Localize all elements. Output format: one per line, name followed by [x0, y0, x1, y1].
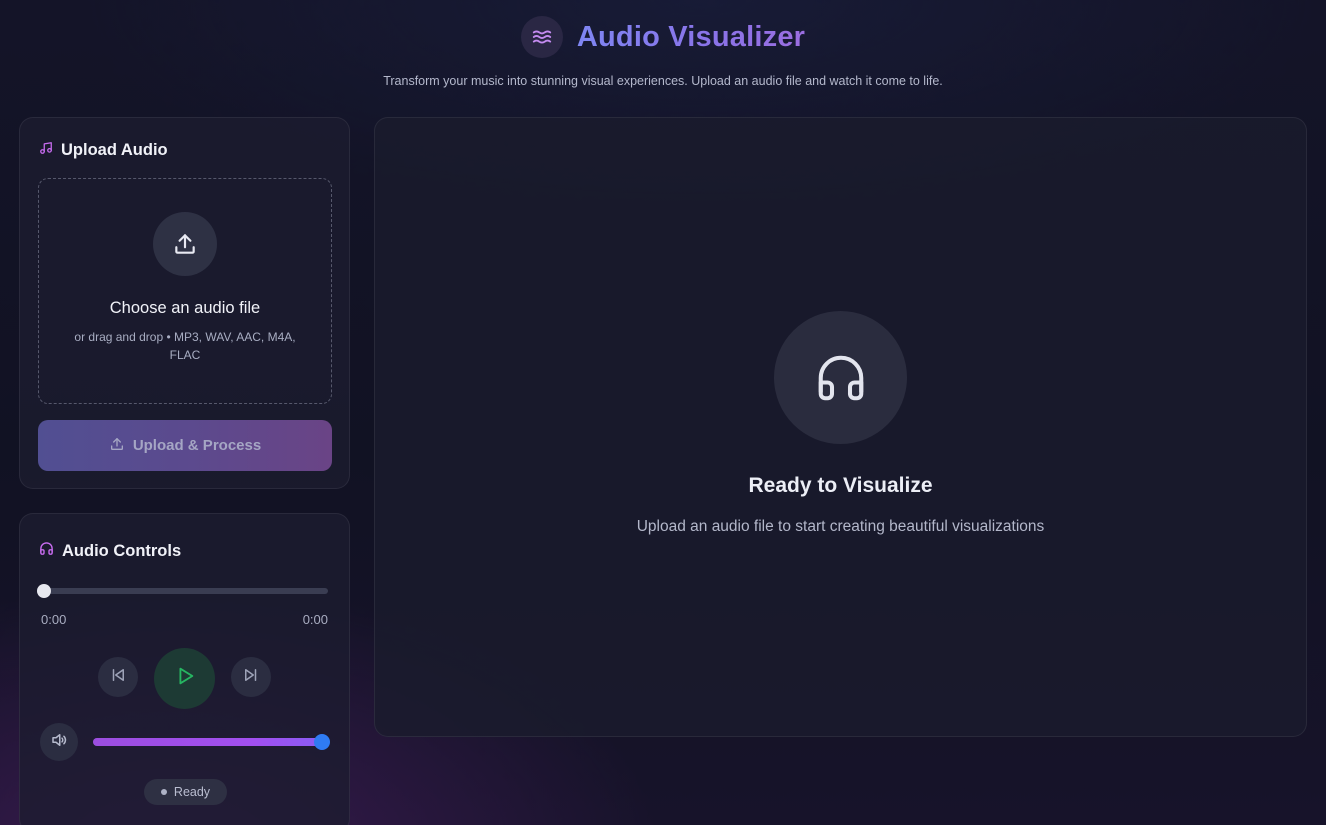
- waves-icon: [520, 16, 563, 58]
- app-title: Audio Visualizer: [576, 20, 806, 53]
- mute-button[interactable]: [40, 723, 78, 761]
- headphones-icon: [774, 311, 907, 444]
- skip-back-icon: [109, 666, 127, 689]
- visualizer-hint: Upload an audio file to start creating b…: [636, 518, 1045, 535]
- upload-process-label: Upload & Process: [132, 437, 262, 454]
- upload-icon: [153, 212, 217, 276]
- volume-icon: [50, 731, 68, 754]
- upload-heading-label: Upload Audio: [61, 141, 168, 159]
- upload-icon: [109, 436, 125, 456]
- seek-bar[interactable]: [37, 584, 328, 598]
- play-icon: [174, 665, 196, 692]
- current-time: 0:00: [41, 612, 67, 627]
- headphones-icon: [39, 541, 54, 561]
- total-time: 0:00: [302, 612, 328, 627]
- upload-heading: Upload Audio: [39, 141, 168, 160]
- status-badge: Ready: [144, 779, 227, 805]
- controls-heading: Audio Controls: [39, 541, 181, 561]
- previous-button[interactable]: [98, 657, 138, 697]
- next-button[interactable]: [231, 657, 271, 697]
- dropzone-title: Choose an audio file: [109, 299, 261, 317]
- upload-panel: Upload Audio Choose an audio file or dra…: [19, 117, 350, 489]
- volume-fill: [93, 738, 322, 746]
- dropzone-hint: or drag and drop • MP3, WAV, AAC, M4A, F…: [74, 330, 296, 362]
- app-subtitle: Transform your music into stunning visua…: [383, 74, 943, 88]
- seek-thumb[interactable]: [37, 584, 51, 598]
- file-dropzone[interactable]: Choose an audio file or drag and drop • …: [38, 178, 332, 404]
- status-dot-icon: [160, 789, 167, 795]
- controls-heading-label: Audio Controls: [62, 541, 182, 560]
- skip-forward-icon: [242, 666, 260, 689]
- volume-slider[interactable]: [93, 734, 330, 750]
- status-label: Ready: [173, 785, 211, 799]
- visualizer-title: Ready to Visualize: [748, 474, 933, 497]
- app-header: Audio Visualizer Transform your music in…: [0, 0, 1326, 105]
- upload-process-button[interactable]: Upload & Process: [38, 420, 332, 471]
- audio-controls-panel: Audio Controls 0:00 0:00 Ready: [19, 513, 350, 825]
- volume-thumb[interactable]: [314, 734, 330, 750]
- play-button[interactable]: [154, 648, 215, 709]
- music-note-icon: [39, 141, 53, 160]
- visualizer-panel: Ready to Visualize Upload an audio file …: [374, 117, 1307, 737]
- title-row: Audio Visualizer: [0, 16, 1326, 58]
